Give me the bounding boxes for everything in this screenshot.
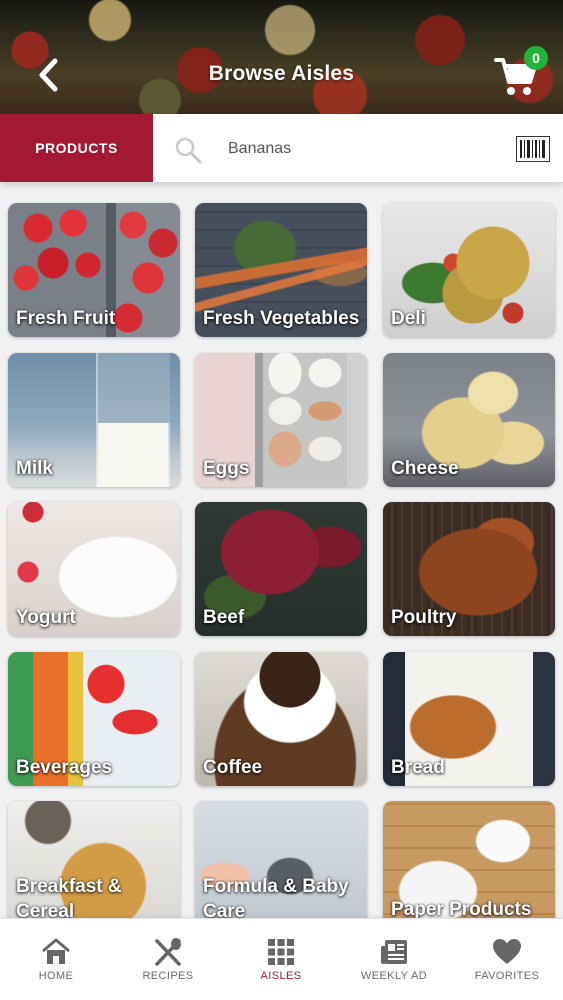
- aisle-tile-milk[interactable]: Milk: [8, 353, 180, 487]
- tab-label: RECIPES: [142, 970, 194, 982]
- page-title: Browse Aisles: [208, 62, 355, 85]
- aisle-tile-eggs[interactable]: Eggs: [195, 353, 367, 487]
- aisle-label: Beef: [203, 607, 245, 628]
- aisle-label: Beverages: [16, 757, 113, 778]
- tab-label: WEEKLY AD: [360, 970, 428, 982]
- cart-button[interactable]: 0: [492, 46, 548, 98]
- tab-label: HOME: [38, 970, 74, 982]
- aisle-label: Cheese: [391, 458, 459, 479]
- aisle-tile-coffee[interactable]: Coffee: [195, 652, 367, 786]
- aisle-label: Deli: [391, 308, 426, 329]
- aisle-tile-deli[interactable]: Deli: [383, 203, 555, 337]
- heart-icon: [493, 939, 521, 964]
- search-input[interactable]: [218, 130, 498, 168]
- aisle-label: Milk: [16, 458, 53, 479]
- bottom-tab-bar: HOME RECIPES AISLES WEEKLY AD FAVORITES: [0, 918, 563, 1000]
- tab-home[interactable]: HOME: [0, 919, 112, 1000]
- newspaper-icon: [381, 940, 407, 964]
- search-icon: [175, 137, 202, 164]
- aisle-label: Yogurt: [16, 607, 76, 628]
- aisle-tile-poultry[interactable]: Poultry: [383, 502, 555, 636]
- tab-aisles[interactable]: AISLES: [225, 919, 337, 1000]
- header-banner: Browse Aisles 0: [0, 0, 563, 115]
- tab-favorites[interactable]: FAVORITES: [451, 919, 563, 1000]
- tab-label: FAVORITES: [474, 970, 540, 982]
- search-bar: PRODUCTS: [0, 114, 563, 182]
- aisle-grid: Fresh Fruit Fresh Vegetables Deli Milk E…: [0, 182, 563, 918]
- aisle-tile-bread[interactable]: Bread: [383, 652, 555, 786]
- aisle-tile-beverages[interactable]: Beverages: [8, 652, 180, 786]
- aisle-tile-fresh-vegetables[interactable]: Fresh Vegetables: [195, 203, 367, 337]
- aisle-label: Breakfast & Cereal: [16, 876, 122, 918]
- aisle-tile-breakfast-cereal[interactable]: Breakfast & Cereal: [8, 801, 180, 918]
- aisle-tile-paper-products[interactable]: Paper Products: [383, 801, 555, 918]
- home-icon: [42, 938, 70, 964]
- aisle-tile-yogurt[interactable]: Yogurt: [8, 502, 180, 636]
- aisle-tile-cheese[interactable]: Cheese: [383, 353, 555, 487]
- aisle-tile-fresh-fruit[interactable]: Fresh Fruit: [8, 203, 180, 337]
- aisle-label: Eggs: [203, 458, 250, 479]
- utensils-icon: [155, 938, 181, 966]
- barcode-icon[interactable]: [516, 136, 550, 162]
- aisle-tile-beef[interactable]: Beef: [195, 502, 367, 636]
- aisle-label: Paper Products: [391, 899, 532, 918]
- aisle-label: Coffee: [203, 757, 263, 778]
- aisle-label: Poultry: [391, 607, 457, 628]
- products-tab[interactable]: PRODUCTS: [0, 114, 153, 182]
- aisle-label: Formula & Baby Care: [203, 876, 349, 918]
- tab-weekly-ad[interactable]: WEEKLY AD: [338, 919, 450, 1000]
- aisle-label: Fresh Fruit: [16, 308, 116, 329]
- tab-recipes[interactable]: RECIPES: [112, 919, 224, 1000]
- tab-label: AISLES: [260, 970, 302, 982]
- aisle-label: Fresh Vegetables: [203, 308, 360, 329]
- grid-icon: [268, 939, 294, 965]
- aisle-tile-formula-baby-care[interactable]: Formula & Baby Care: [195, 801, 367, 918]
- cart-count-badge: 0: [524, 46, 548, 70]
- aisle-label: Bread: [391, 757, 445, 778]
